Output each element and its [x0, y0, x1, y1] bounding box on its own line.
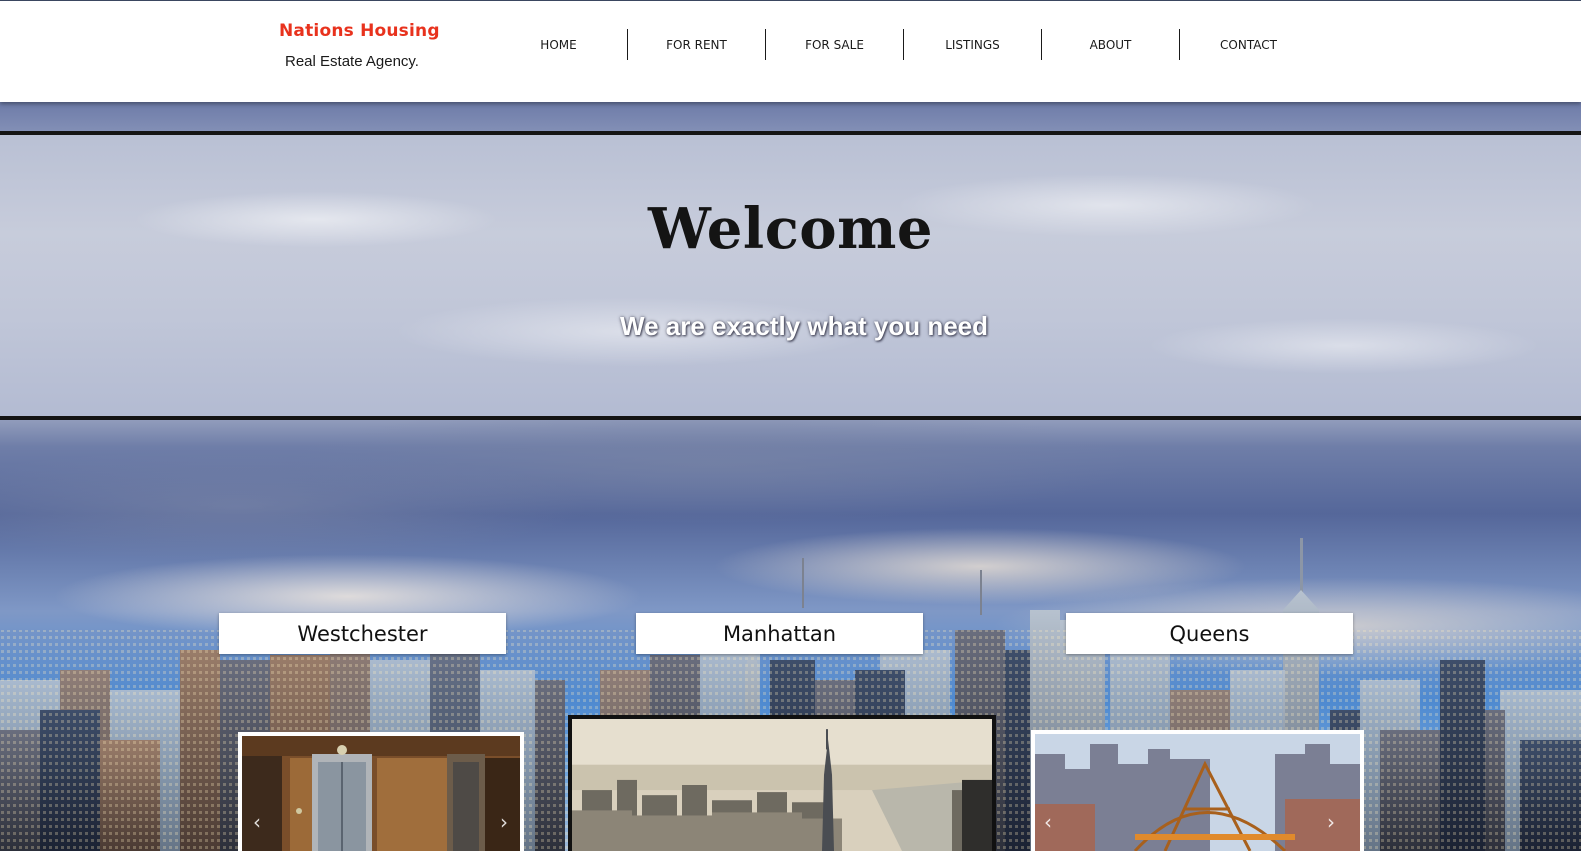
chevron-right-icon[interactable]: › — [1320, 808, 1342, 836]
queens-photo — [1035, 734, 1360, 851]
chevron-left-icon[interactable]: ‹ — [1037, 808, 1059, 836]
nav-contact[interactable]: CONTACT — [1180, 29, 1317, 60]
westchester-gallery[interactable] — [238, 732, 524, 851]
location-queens-label[interactable]: Queens — [1066, 613, 1353, 654]
brand-tagline: Real Estate Agency. — [285, 53, 419, 70]
nav-for-rent[interactable]: FOR RENT — [628, 29, 765, 60]
welcome-title: Welcome — [647, 196, 934, 262]
nav-home[interactable]: HOME — [490, 29, 627, 60]
welcome-banner — [0, 131, 1581, 420]
chevron-right-icon[interactable]: › — [493, 808, 515, 836]
main-nav: HOME FOR RENT FOR SALE LISTINGS ABOUT CO… — [490, 29, 1317, 60]
manhattan-photo — [572, 719, 992, 851]
location-manhattan-label[interactable]: Manhattan — [636, 613, 923, 654]
manhattan-gallery[interactable] — [568, 715, 996, 851]
nav-listings[interactable]: LISTINGS — [904, 29, 1041, 60]
queens-gallery[interactable] — [1031, 730, 1364, 851]
brand-name[interactable]: Nations Housing — [279, 21, 440, 41]
location-westchester-label[interactable]: Westchester — [219, 613, 506, 654]
chevron-left-icon[interactable]: ‹ — [246, 808, 268, 836]
westchester-photo — [242, 736, 520, 851]
site-header: Nations Housing Real Estate Agency. HOME… — [0, 0, 1581, 102]
nav-about[interactable]: ABOUT — [1042, 29, 1179, 60]
welcome-subtitle: We are exactly what you need — [620, 311, 988, 341]
nav-for-sale[interactable]: FOR SALE — [766, 29, 903, 60]
